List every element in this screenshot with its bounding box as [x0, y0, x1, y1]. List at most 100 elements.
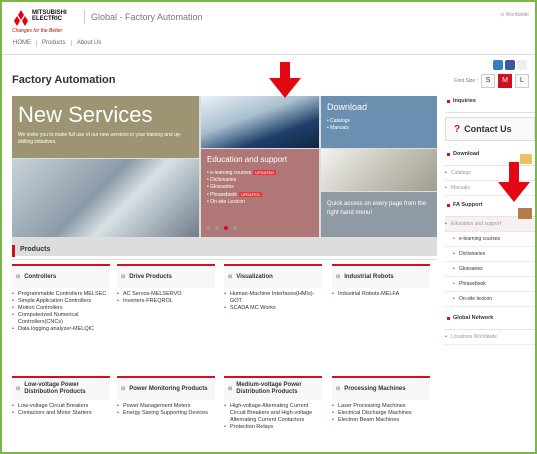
header-divider [2, 54, 535, 55]
toolbox-icon [518, 208, 532, 219]
category-heading[interactable]: ⊞ Low-voltage Power Distribution Products [12, 376, 110, 400]
sidebar-education-link[interactable]: Education and support [445, 217, 535, 232]
product-link[interactable]: Simple Application Controllers [12, 298, 110, 305]
nav-about-us[interactable]: About Us [72, 40, 107, 46]
product-link[interactable]: Computerized Numerical Controllers(CNCs) [12, 312, 110, 326]
right-sidebar: Inquiries ?Contact Us Download Catalogs … [445, 96, 535, 345]
page-title: Factory Automation [12, 74, 116, 86]
category-heading[interactable]: ⊞ Industrial Robots [332, 264, 430, 288]
education-title: Education and support [207, 155, 288, 164]
category-heading[interactable]: ⊞ Visualization [224, 264, 322, 288]
product-link[interactable]: Electron Beam Machines [332, 417, 430, 424]
product-link[interactable]: Electrical Discharge Machines [332, 410, 430, 417]
edu-dictionaries-link[interactable]: • Dictionaries [207, 177, 276, 184]
download-banner[interactable]: Download • Catalogs • Manuals [321, 96, 437, 148]
product-category-medium-voltage: ⊞ Medium-voltage Power Distribution Produ… [224, 376, 322, 431]
grid-icon: ⊞ [228, 385, 233, 392]
carousel-dot-active[interactable] [224, 226, 228, 230]
product-link[interactable]: Power Management Meters [117, 403, 215, 410]
edu-elearning-link[interactable]: • e-learning courses UPDATED [207, 169, 277, 177]
sidebar-dictionaries-link[interactable]: Dictionaries [445, 247, 535, 262]
mitsubishi-logo[interactable]: MITSUBISHI ELECTRIC Changes for the Bett… [12, 8, 76, 34]
product-link[interactable]: Programmable Controllers MELSEC [12, 291, 110, 298]
quick-access-text: Quick access on every page from the righ… [327, 201, 427, 216]
new-services-title: New Services [18, 102, 153, 127]
handshake-photo [321, 149, 437, 191]
sidebar-locations-link[interactable]: Locations Worldwide [445, 330, 535, 345]
category-heading[interactable]: ⊞ Controllers [12, 264, 110, 288]
logo-tagline: Changes for the Better [12, 28, 63, 34]
training-photo [12, 159, 199, 237]
grid-icon: ⊞ [16, 385, 21, 392]
product-link[interactable]: Inverters-FREQROL [117, 298, 215, 305]
grid-icon: ⊞ [121, 273, 126, 280]
product-category-power-monitoring: ⊞Power Monitoring Products Power Managem… [117, 376, 215, 417]
product-category-drive: ⊞Drive Products AC Servos-MELSERVO Inver… [117, 264, 215, 305]
download-catalogs-link[interactable]: • Catalogs [327, 118, 350, 125]
font-size-large-button[interactable]: L [515, 74, 529, 88]
updated-badge: UPDATED [253, 170, 277, 175]
product-category-visualization: ⊞Visualization Human-Machine Interfaces(… [224, 264, 322, 312]
sidebar-onsite-lexicon-link[interactable]: On-site lexicon [445, 292, 535, 307]
social-links [493, 60, 527, 70]
download-manuals-link[interactable]: • Manuals [327, 125, 350, 132]
top-navigation: HOME Products About Us [8, 40, 106, 46]
nav-home[interactable]: HOME [8, 40, 37, 46]
sidebar-elearning-link[interactable]: e-learning courses [445, 232, 535, 247]
carousel-dots [206, 226, 237, 230]
product-link[interactable]: SCADA MC Works [224, 305, 322, 312]
education-banner[interactable]: Education and support • e-learning cours… [201, 149, 319, 237]
nav-products[interactable]: Products [37, 40, 72, 46]
facebook-icon[interactable] [505, 60, 515, 70]
new-services-desc: We invite you to make full use of our ne… [18, 132, 182, 145]
product-link[interactable]: Laser Processing Machines [332, 403, 430, 410]
new-services-banner[interactable]: New Services We invite you to make full … [12, 96, 199, 158]
product-category-robots: ⊞Industrial Robots Industrial Robots-MEL… [332, 264, 430, 298]
product-link[interactable]: Motion Controllers [12, 305, 110, 312]
sidebar-glossaries-link[interactable]: Glossaries [445, 262, 535, 277]
category-heading[interactable]: ⊞ Power Monitoring Products [117, 376, 215, 400]
font-size-medium-button[interactable]: M [498, 74, 512, 88]
sidebar-global-network-heading[interactable]: Global Network [445, 313, 535, 330]
grid-icon: ⊞ [16, 273, 21, 280]
edu-onsite-lexicon-link[interactable]: • On-site Lexicon [207, 199, 276, 206]
product-link[interactable]: Contactors and Motor Starters [12, 410, 110, 417]
logo-wordmark: MITSUBISHI ELECTRIC [32, 10, 67, 22]
question-icon: ? [454, 123, 461, 135]
product-link[interactable]: Industrial Robots-MELFA [332, 291, 430, 298]
category-heading[interactable]: ⊞ Processing Machines [332, 376, 430, 400]
carousel-dot[interactable] [233, 226, 237, 230]
grid-icon: ⊞ [121, 385, 126, 392]
product-category-controllers: ⊞Controllers Programmable Controllers ME… [12, 264, 110, 333]
grid-icon: ⊞ [336, 273, 341, 280]
product-link[interactable]: Protection Relays [224, 424, 322, 431]
category-heading[interactable]: ⊞ Drive Products [117, 264, 215, 288]
engineer-photo [201, 96, 319, 148]
carousel-dot[interactable] [215, 226, 219, 230]
product-link[interactable]: Data logging analyzer-MELQIC [12, 326, 110, 333]
product-link[interactable]: Low-voltage Circuit Breakers [12, 403, 110, 410]
product-link[interactable]: AC Servos-MELSERVO [117, 291, 215, 298]
site-name: Global - Factory Automation [84, 10, 203, 24]
product-link[interactable]: Energy Saving Supporting Devices [117, 410, 215, 417]
products-section-header: Products [12, 243, 437, 260]
product-link[interactable]: High-voltage Alternating Current Circuit… [224, 403, 322, 424]
three-diamonds-icon [14, 10, 28, 26]
worldwide-link[interactable]: ⊙ Worldwide [500, 12, 529, 18]
category-heading[interactable]: ⊞ Medium-voltage Power Distribution Produ… [224, 376, 322, 400]
share-icon[interactable] [493, 60, 503, 70]
grid-icon: ⊞ [228, 273, 233, 280]
grid-icon: ⊞ [336, 385, 341, 392]
edu-phrasebook-link[interactable]: • Phrasebook UPDATED [207, 191, 276, 199]
sidebar-phrasebook-link[interactable]: Phrasebook [445, 277, 535, 292]
download-title: Download [327, 102, 368, 112]
more-share-icon[interactable] [517, 60, 527, 70]
product-link[interactable]: Human-Machine Interfaces(HMIs)-GOT [224, 291, 322, 305]
edu-glossaries-link[interactable]: • Glossaries [207, 184, 276, 191]
carousel-dot[interactable] [206, 226, 210, 230]
quick-access-banner: Quick access on every page from the righ… [321, 192, 437, 237]
section-marker [12, 245, 15, 257]
font-size-small-button[interactable]: S [481, 74, 495, 88]
products-title: Products [20, 246, 51, 253]
contact-us-button[interactable]: ? Contact Us [445, 117, 535, 141]
